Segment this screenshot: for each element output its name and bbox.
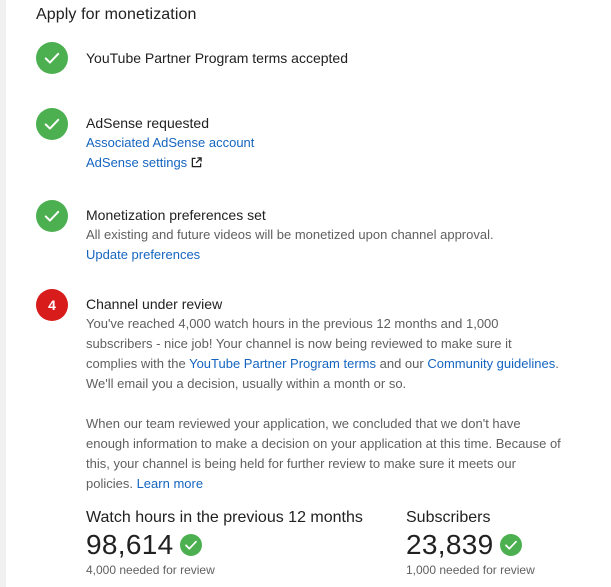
step-title: YouTube Partner Program terms accepted [86, 50, 348, 66]
stat-requirement: 4,000 needed for review [86, 563, 215, 577]
checkmark-icon [44, 52, 60, 64]
done-badge [36, 42, 68, 74]
checkmark-icon [44, 210, 60, 222]
step-description: All existing and future videos will be m… [86, 227, 494, 242]
page-title: Apply for monetization [36, 6, 197, 23]
checkmark-icon [44, 118, 60, 130]
left-edge-divider [0, 0, 6, 587]
partner-program-terms-link[interactable]: YouTube Partner Program terms [189, 356, 376, 371]
stat-label: Watch hours in the previous 12 months [86, 509, 363, 526]
external-link-icon [191, 157, 202, 168]
step-number-badge: 4 [36, 289, 68, 321]
checkmark-icon [180, 534, 203, 556]
learn-more-link[interactable]: Learn more [137, 476, 203, 491]
step-number: 4 [48, 297, 56, 313]
associated-adsense-account-link[interactable]: Associated AdSense account [86, 133, 586, 153]
stat-value: 98,614 [86, 529, 174, 560]
update-preferences-link[interactable]: Update preferences [86, 245, 586, 265]
review-status-paragraph: You've reached 4,000 watch hours in the … [86, 314, 566, 394]
further-review-paragraph: When our team reviewed your application,… [86, 414, 566, 494]
step-title: Channel under review [86, 296, 223, 312]
community-guidelines-link[interactable]: Community guidelines [427, 356, 555, 371]
adsense-settings-label: AdSense settings [86, 155, 188, 170]
stat-requirement: 1,000 needed for review [406, 563, 535, 577]
checkmark-icon [500, 534, 523, 556]
subscribers-stat: Subscribers 23,839 1,000 needed for revi… [406, 508, 535, 578]
step-title: Monetization preferences set [86, 207, 266, 223]
step-title: AdSense requested [86, 115, 209, 131]
adsense-settings-link[interactable]: AdSense settings [86, 153, 586, 173]
done-badge [36, 200, 68, 232]
stat-label: Subscribers [406, 509, 491, 526]
done-badge [36, 108, 68, 140]
watch-hours-stat: Watch hours in the previous 12 months 98… [86, 508, 363, 578]
review-text: and our [376, 356, 428, 371]
stat-value: 23,839 [406, 529, 494, 560]
